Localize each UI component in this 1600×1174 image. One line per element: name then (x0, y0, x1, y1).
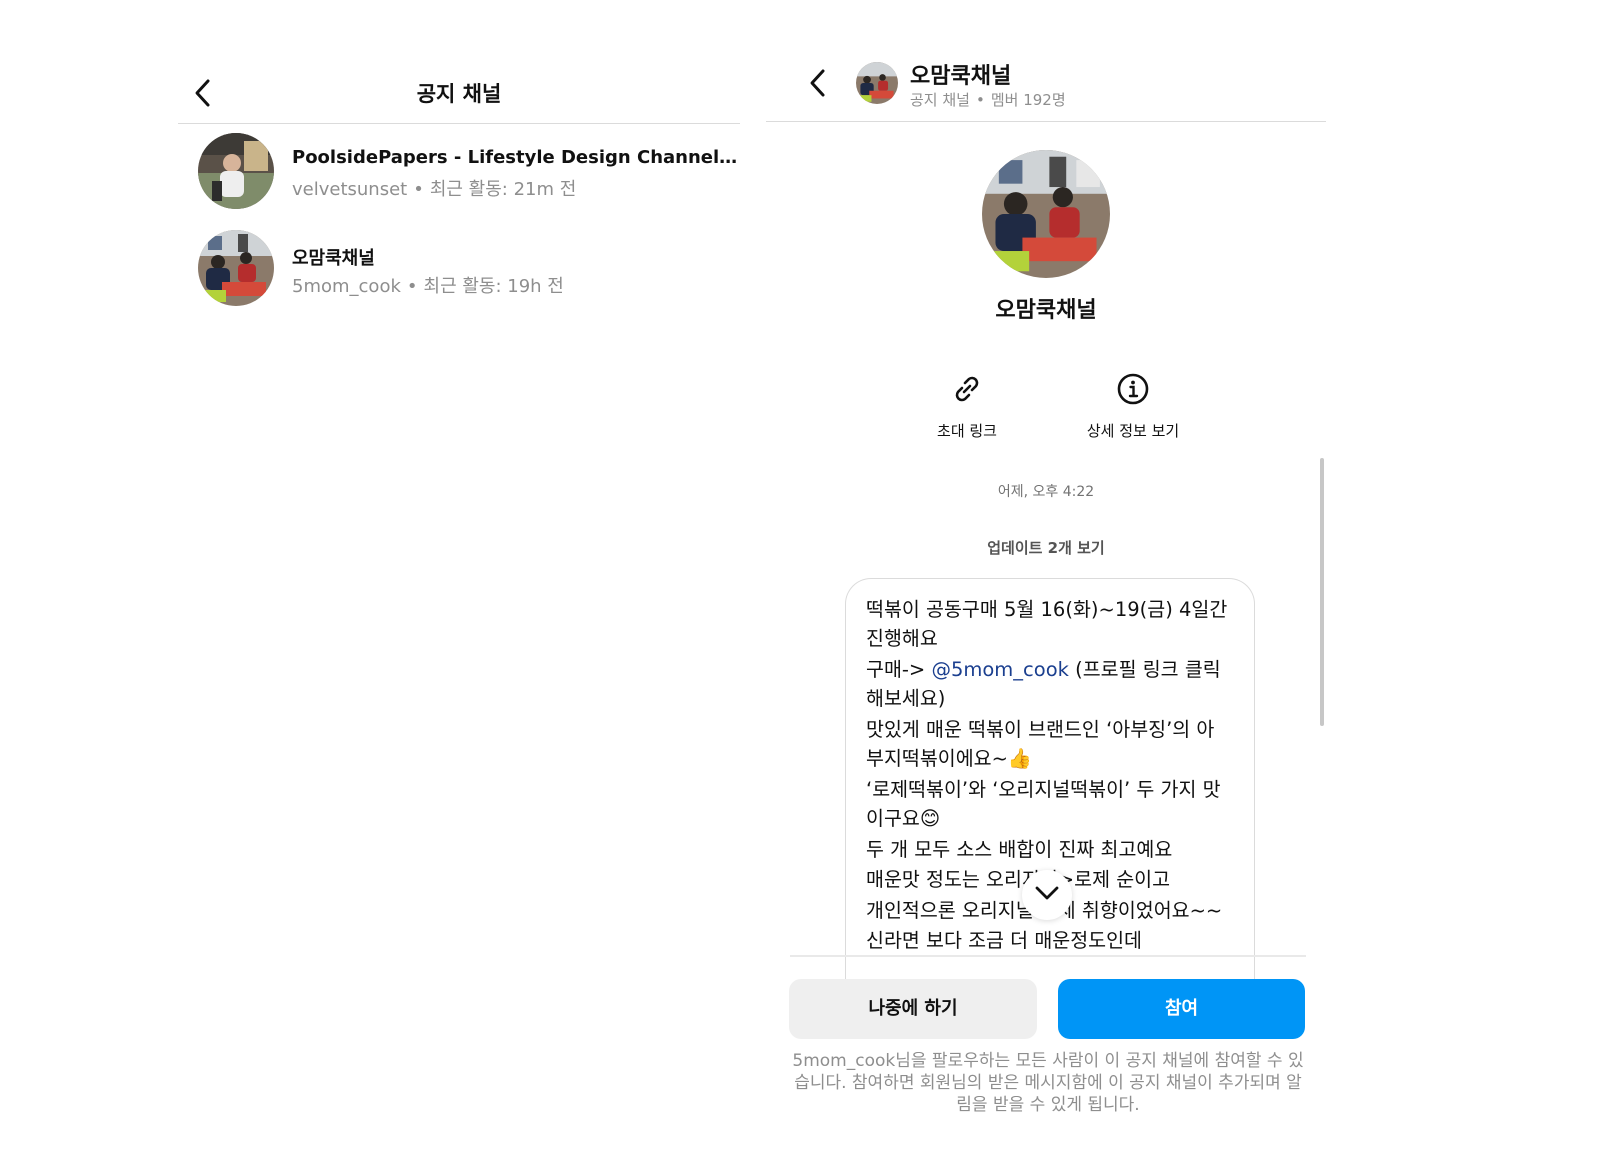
message-timestamp: 어제, 오후 4:22 (997, 484, 1095, 500)
separator-dot: • (406, 276, 418, 297)
channel-activity: 최근 활동: 21m 전 (429, 179, 577, 200)
message-line: 두 개 모두 소스 배합이 진짜 최고예요 (866, 838, 1173, 861)
channel-meta: 5mom_cook • 최근 활동: 19h 전 (292, 272, 564, 298)
join-button[interactable]: 참여 (1058, 979, 1305, 1039)
separator-dot: • (413, 179, 424, 200)
view-details-label: 상세 정보 보기 (1086, 422, 1180, 440)
channel-profile-name: 오맘쿡채널 (995, 298, 1097, 323)
message-text: 구매-> (866, 658, 932, 681)
channel-handle: 5mom_cook (292, 276, 401, 297)
mention-link[interactable]: @5mom_cook (931, 658, 1068, 681)
link-icon (955, 376, 979, 402)
channel-header-meta: 공지 채널 • 멤버 192명 (910, 89, 1066, 110)
invite-link-button[interactable]: 초대 링크 (902, 372, 1032, 441)
message-line: ‘로제떡볶이’와 ‘오리지널떡볶이’ 두 가지 맛 (866, 778, 1221, 801)
scrollbar[interactable] (1320, 458, 1324, 726)
later-button[interactable]: 나중에 하기 (789, 979, 1037, 1039)
page-title: 공지 채널 (416, 82, 502, 106)
divider (178, 123, 740, 124)
invite-link-label: 초대 링크 (937, 422, 997, 440)
message-line: 신라면 보다 조금 더 매운정도인데 (866, 929, 1142, 952)
message-line: 매운맛 정도는 오리지널>로제 순이고 (866, 868, 1171, 891)
thumbs-up-emoji: 👍 (1007, 747, 1033, 770)
message-text: 부지떡볶이에요~ (866, 747, 1008, 770)
chevron-left-icon (810, 69, 825, 97)
channel-profile-avatar (982, 150, 1110, 278)
message-line: 해보세요) (866, 687, 946, 710)
channel-handle: velvetsunset (292, 179, 408, 200)
channel-name: 오맘쿡채널 (292, 248, 375, 269)
channel-list-item[interactable]: 오맘쿡채널 5mom_cook • 최근 활동: 19h 전 (198, 230, 738, 310)
channel-header-avatar[interactable] (856, 62, 898, 104)
back-button[interactable] (808, 68, 830, 98)
message-line: 이구요😊 (866, 802, 940, 831)
message-line: 떡볶이 공동구매 5월 16(화)~19(금) 4일간 (866, 598, 1228, 621)
smile-emoji: 😊 (919, 807, 941, 830)
join-info-text: 5mom_cook님을 팔로우하는 모든 사람이 이 공지 채널에 참여할 수 … (792, 1051, 1304, 1115)
scroll-down-button[interactable] (1022, 870, 1072, 920)
view-details-button[interactable]: 상세 정보 보기 (1068, 372, 1198, 441)
channel-name: PoolsidePapers - Lifestyle Design Channe… (292, 147, 738, 168)
message-text: (프로필 링크 클릭 (1068, 658, 1221, 681)
message-line: 구매-> @5mom_cook (프로필 링크 클릭 (866, 653, 1221, 682)
separator-dot: • (975, 91, 985, 109)
channel-header-title: 오맘쿡채널 (910, 64, 1012, 89)
view-updates-link[interactable]: 업데이트 2개 보기 (846, 537, 1246, 558)
info-icon (1117, 373, 1149, 405)
message-line: 맛있게 매운 떡볶이 브랜드인 ‘아부징’의 아 (866, 718, 1215, 741)
channel-type: 공지 채널 (910, 91, 970, 109)
channel-meta: velvetsunset • 최근 활동: 21m 전 (292, 175, 576, 201)
chevron-down-icon (1035, 886, 1059, 900)
channel-list-item[interactable]: PoolsidePapers - Lifestyle Design Channe… (198, 133, 738, 213)
divider (766, 121, 1326, 122)
message-line: 진행해요 (866, 627, 938, 650)
channel-activity: 최근 활동: 19h 전 (423, 276, 564, 297)
channel-avatar (198, 133, 274, 209)
message-text: 이구요 (866, 807, 920, 830)
member-count: 멤버 192명 (990, 91, 1066, 109)
channel-avatar (198, 230, 274, 306)
divider (790, 955, 1306, 957)
message-line: 부지떡볶이에요~👍 (866, 742, 1032, 771)
